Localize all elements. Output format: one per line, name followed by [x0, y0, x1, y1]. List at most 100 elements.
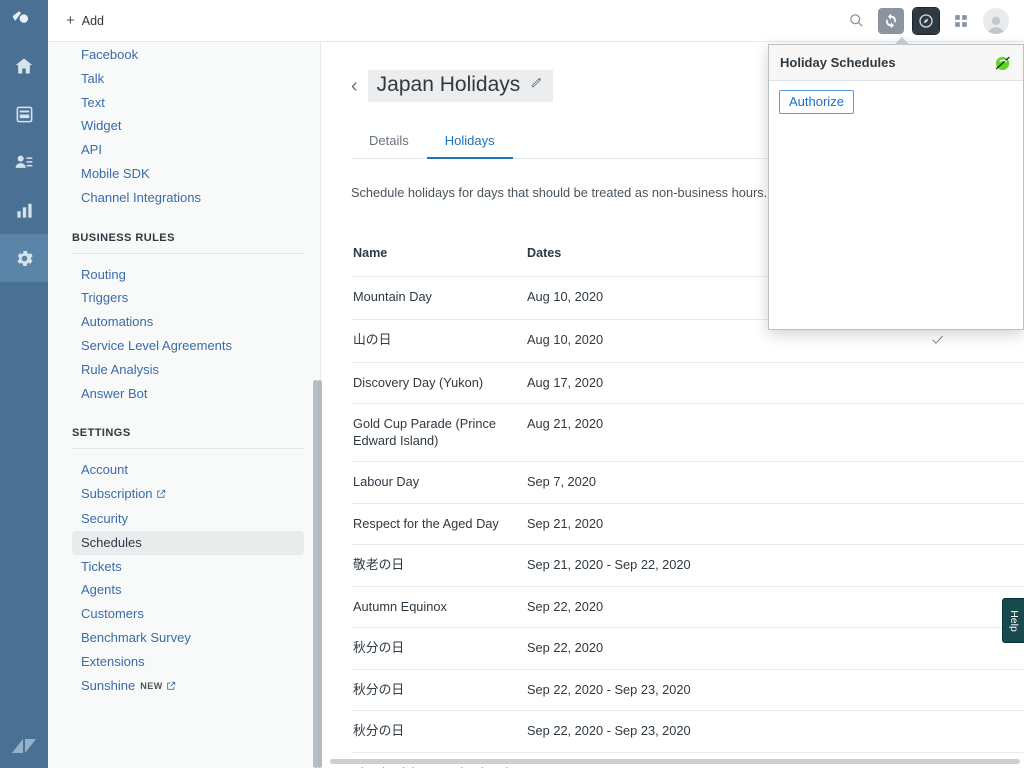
cell-dates: Sep 21, 2020 - Sep 22, 2020	[527, 557, 691, 572]
nav-item-label: Facebook	[81, 47, 139, 62]
home-icon	[15, 58, 33, 74]
sidebar-item-benchmark-survey[interactable]: Benchmark Survey	[72, 626, 304, 650]
popup-body: Authorize	[769, 81, 1023, 123]
table-row[interactable]: Labour Day Sep 7, 2020	[351, 462, 1024, 504]
main-vertical-scrollbar-thumb[interactable]	[317, 380, 322, 768]
nav-item-label: Automations	[81, 314, 154, 330]
sidebar-item-security[interactable]: Security	[72, 507, 304, 531]
sidebar-item-automations[interactable]: Automations	[72, 310, 304, 334]
nav-section-settings-title: SETTINGS	[72, 427, 131, 440]
nav-item-label: Service Level Agreements	[81, 337, 233, 353]
nav-item-label: Triggers	[81, 290, 129, 306]
sidebar-item-mobile-sdk[interactable]: Mobile SDK	[72, 162, 304, 186]
tab-details[interactable]: Details	[351, 127, 427, 158]
table-row[interactable]: 秋分の日 Sep 22, 2020 - Sep 23, 2020	[351, 711, 1024, 753]
cell-dates: Sep 22, 2020 - Sep 23, 2020	[527, 681, 691, 697]
page-title: Japan Holidays	[376, 73, 521, 96]
cell-name: 秋分の日	[353, 681, 405, 697]
sidebar-item-extensions[interactable]: Extensions	[72, 650, 304, 674]
main-vertical-scrollbar[interactable]	[316, 380, 324, 768]
cell-dates: Sep 22, 2020	[527, 640, 604, 655]
cell-dates: Aug 10, 2020	[527, 331, 604, 347]
table-body: Mountain Day Aug 10, 2020 山の日 Aug 10, 2020 D…	[351, 277, 1024, 768]
avatar[interactable]	[983, 7, 1009, 34]
popup-caret	[894, 37, 910, 45]
sidebar-item-customers[interactable]: Customers	[72, 602, 304, 626]
nav-item-label: Rule Analysis	[81, 361, 160, 377]
sidebar-item-facebook[interactable]: Facebook	[72, 43, 304, 67]
nav-item-label: Subscription	[81, 486, 153, 502]
compass-extension-icon[interactable]	[912, 6, 940, 35]
views-stack-icon	[16, 106, 32, 122]
table-row[interactable]: Gold Cup Parade (Prince Edward Island) Au…	[351, 404, 1024, 462]
nav-item-label: Routing	[81, 266, 126, 282]
nav-section-business-rules-title: BUSINESS RULES	[72, 231, 175, 244]
add-button[interactable]: + Add	[60, 9, 110, 32]
plus-icon: +	[66, 12, 75, 29]
table-row[interactable]: 敬老の日 Sep 21, 2020 - Sep 22, 2020	[351, 545, 1024, 587]
rail-item-admin[interactable]	[0, 234, 48, 282]
table-row[interactable]: Respect for the Aged Day Sep 21, 2020	[351, 504, 1024, 545]
sidebar-item-subscription[interactable]: Subscription	[72, 482, 304, 507]
cell-check	[877, 332, 997, 350]
cell-name: Discovery Day (Yukon)	[353, 374, 484, 390]
cell-dates: Sep 21, 2020	[527, 515, 604, 531]
cell-name: 山の日	[353, 331, 392, 347]
help-button[interactable]: Help	[1002, 598, 1024, 643]
rail-item-views[interactable]	[0, 90, 48, 138]
tab-holidays[interactable]: Holidays	[426, 127, 513, 159]
green-globe-icon	[992, 52, 1014, 74]
cell-name: Respect for the Aged Day	[353, 515, 499, 531]
refresh-icon[interactable]	[878, 7, 904, 34]
top-bar-actions	[843, 6, 1024, 35]
sidebar-item-account[interactable]: Account	[72, 458, 304, 482]
sidebar-item-sunshine[interactable]: Sunshine NEW	[72, 674, 304, 699]
pencil-icon[interactable]	[530, 76, 543, 94]
nav-group-settings: Account Subscription Security Schedules Tick…	[72, 458, 304, 698]
table-row[interactable]: Discovery Day (Yukon) Aug 17, 2020	[351, 363, 1024, 404]
sidebar-item-channel-integrations[interactable]: Channel Integrations	[72, 186, 304, 210]
nav-item-label: Talk	[81, 70, 105, 86]
zendesk-products-logo-icon[interactable]	[0, 0, 48, 42]
rail-item-customers[interactable]	[0, 138, 48, 186]
chevron-left-icon[interactable]: ‹	[351, 76, 358, 96]
sidebar-item-text[interactable]: Text	[72, 91, 304, 115]
nav-group-channels: Facebook Talk Text Widget API Mobile SDK Chann…	[72, 42, 304, 210]
cell-dates: Sep 22, 2020	[527, 598, 604, 614]
column-header-name: Name	[353, 246, 388, 260]
schedule-title-chip[interactable]: Japan Holidays	[367, 70, 554, 102]
sidebar-item-tickets[interactable]: Tickets	[72, 555, 304, 579]
main-horizontal-scrollbar-thumb[interactable]	[330, 759, 1020, 764]
holiday-schedules-popup: Holiday Schedules Authorize	[768, 44, 1024, 330]
zendesk-logo-icon	[0, 734, 48, 758]
authorize-button[interactable]: Authorize	[779, 90, 854, 114]
sidebar-item-triggers[interactable]: Triggers	[72, 286, 304, 310]
search-icon[interactable]	[843, 8, 869, 34]
sidebar-item-answer-bot[interactable]: Answer Bot	[72, 382, 304, 406]
cell-name: 秋分の日	[353, 640, 405, 655]
grid-apps-icon[interactable]	[948, 8, 974, 34]
table-row[interactable]: 秋分の日 Sep 22, 2020	[351, 628, 1024, 670]
rail-item-home[interactable]	[0, 42, 48, 90]
cell-name: Gold Cup Parade (Prince Edward Island)	[353, 416, 496, 448]
table-row[interactable]: 秋分の日 Sep 22, 2020 - Sep 23, 2020	[351, 670, 1024, 711]
sidebar-item-rule-analysis[interactable]: Rule Analysis	[72, 358, 304, 382]
sidebar-item-api[interactable]: API	[72, 138, 304, 162]
rail-item-reporting[interactable]	[0, 186, 48, 234]
sidebar-item-routing[interactable]: Routing	[72, 263, 304, 287]
popup-title: Holiday Schedules	[780, 55, 896, 70]
nav-item-label: Text	[81, 94, 105, 110]
cell-dates: Sep 22, 2020 - Sep 23, 2020	[527, 723, 691, 738]
sidebar-item-schedules[interactable]: Schedules	[72, 530, 304, 555]
sidebar-item-agents[interactable]: Agents	[72, 578, 304, 602]
nav-item-label: Extensions	[81, 653, 145, 669]
sidebar-item-widget[interactable]: Widget	[72, 114, 304, 138]
add-button-label: Add	[81, 13, 105, 28]
sidebar-item-talk[interactable]: Talk	[72, 67, 304, 91]
bar-chart-icon	[16, 203, 32, 218]
table-row[interactable]: Autumn Equinox Sep 22, 2020	[351, 587, 1024, 628]
sidebar-item-service-level-agreements[interactable]: Service Level Agreements	[72, 334, 304, 358]
customer-list-icon	[15, 155, 33, 168]
cell-dates: Aug 21, 2020	[527, 416, 604, 431]
main-horizontal-scrollbar[interactable]	[330, 759, 1020, 766]
